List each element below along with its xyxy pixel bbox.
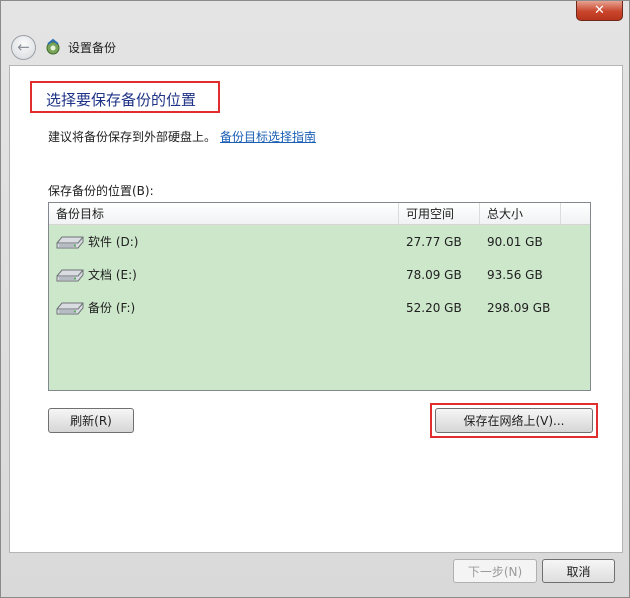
advice-text: 建议将备份保存到外部硬盘上。 备份目标选择指南	[48, 128, 316, 145]
drive-name: 备份 (F:)	[88, 301, 136, 315]
title-bar: ← 设置备份	[9, 29, 623, 65]
column-header-total[interactable]: 总大小	[480, 203, 561, 224]
drive-row-d[interactable]: 软件 (D:) 27.77 GB 90.01 GB	[49, 225, 590, 258]
backup-app-icon	[46, 38, 60, 55]
drive-free: 52.20 GB	[406, 300, 462, 315]
cancel-button[interactable]: 取消	[542, 559, 615, 583]
hard-drive-icon	[56, 269, 84, 281]
next-button[interactable]: 下一步(N)	[453, 559, 537, 583]
hard-drive-icon	[56, 302, 84, 314]
save-on-network-button[interactable]: 保存在网络上(V)...	[435, 408, 593, 433]
backup-destination-list[interactable]: 备份目标 可用空间 总大小 软件 (D:) 27.77 GB 90.01 GB	[48, 202, 591, 391]
window-title: 设置备份	[68, 40, 117, 55]
drive-name: 软件 (D:)	[88, 235, 139, 249]
drive-free: 78.09 GB	[406, 267, 462, 282]
drive-total: 90.01 GB	[487, 234, 543, 249]
drive-total: 93.56 GB	[487, 267, 543, 282]
back-button[interactable]: ←	[11, 34, 36, 60]
page-title: 选择要保存备份的位置	[46, 91, 197, 109]
drive-row-f[interactable]: 备份 (F:) 52.20 GB 298.09 GB	[49, 291, 590, 324]
close-button[interactable]: ✕	[576, 1, 623, 21]
content-panel: 选择要保存备份的位置 建议将备份保存到外部硬盘上。 备份目标选择指南 保存备份的位…	[9, 65, 623, 553]
close-icon: ✕	[594, 3, 605, 18]
drive-cell: 文档 (E:)	[49, 264, 399, 286]
drive-name: 文档 (E:)	[88, 268, 137, 282]
drive-total: 298.09 GB	[487, 300, 551, 315]
drive-cell: 软件 (D:)	[49, 231, 399, 253]
drive-row-e[interactable]: 文档 (E:) 78.09 GB 93.56 GB	[49, 258, 590, 291]
refresh-button[interactable]: 刷新(R)	[48, 408, 134, 433]
advice-label: 建议将备份保存到外部硬盘上。	[48, 130, 217, 144]
backup-guide-link[interactable]: 备份目标选择指南	[220, 130, 316, 144]
drive-free: 27.77 GB	[406, 234, 462, 249]
list-header: 备份目标 可用空间 总大小	[49, 203, 590, 225]
drive-cell: 备份 (F:)	[49, 297, 399, 319]
column-header-free[interactable]: 可用空间	[399, 203, 480, 224]
dialog-window: ✕ ← 设置备份 选择要保存备份的位置 建议将备份保存到外部硬盘上。 备份目标选择…	[0, 0, 630, 598]
hard-drive-icon	[56, 236, 84, 248]
back-arrow-icon: ←	[17, 38, 30, 56]
location-label: 保存备份的位置(B):	[48, 184, 154, 198]
column-header-empty	[561, 203, 590, 224]
column-header-target[interactable]: 备份目标	[49, 203, 399, 224]
